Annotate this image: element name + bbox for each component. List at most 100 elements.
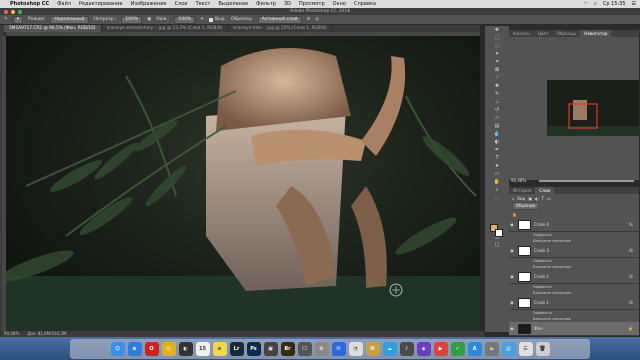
menu-layers[interactable]: Слои: [175, 1, 188, 7]
fx-icon[interactable]: fx: [629, 222, 633, 227]
fx-icon[interactable]: fx: [629, 300, 633, 305]
tab-history[interactable]: История: [509, 187, 535, 194]
background-color-swatch[interactable]: [495, 229, 503, 237]
menu-app-name[interactable]: Photoshop CC: [10, 1, 49, 7]
mode-select[interactable]: Нормальный: [50, 15, 89, 24]
trash-icon[interactable]: 🗑: [535, 342, 550, 356]
tab-document-3[interactable]: krasivye-foto-…jpg @ 25% (Слой 1, RGB/8): [228, 25, 333, 32]
app-icon[interactable]: ▶: [433, 342, 448, 356]
navigator-zoom[interactable]: 90,48%: [511, 178, 526, 183]
fx-icon[interactable]: fx: [629, 274, 633, 279]
navigator-zoom-slider[interactable]: [539, 180, 634, 182]
tab-channels[interactable]: Каналы: [509, 30, 534, 37]
app-icon[interactable]: ◈: [416, 342, 431, 356]
eyedropper-tool-icon[interactable]: ⟋: [490, 75, 504, 82]
eye-icon[interactable]: ◉: [509, 222, 515, 227]
calendar-icon[interactable]: 15: [195, 342, 210, 356]
lock-icon[interactable]: 🔒: [512, 212, 517, 217]
app-icon[interactable]: ⚙: [314, 342, 329, 356]
history-brush-tool-icon[interactable]: ↺: [490, 107, 504, 114]
shape-tool-icon[interactable]: ▭: [490, 171, 504, 178]
menu-list-icon[interactable]: ☰: [632, 1, 636, 7]
blur-tool-icon[interactable]: 💧: [490, 131, 504, 138]
eye-icon[interactable]: ◉: [509, 274, 515, 279]
clone-stamp-tool-icon[interactable]: ⊥: [490, 99, 504, 106]
app-icon[interactable]: ♪: [399, 342, 414, 356]
app-icon[interactable]: ☁: [382, 342, 397, 356]
marquee-tool-icon[interactable]: ⬚: [490, 35, 504, 42]
menu-window[interactable]: Окно: [333, 1, 346, 7]
brush-tool-icon[interactable]: ✎: [4, 17, 8, 22]
crop-tool-icon[interactable]: ⌗: [490, 59, 504, 66]
eraser-tool-icon[interactable]: ▱: [490, 115, 504, 122]
finder-icon[interactable]: ☺: [110, 342, 125, 356]
tab-color[interactable]: Цвет: [534, 30, 553, 37]
tab-swatches[interactable]: Образцы: [553, 30, 581, 37]
menu-help[interactable]: Справка: [354, 1, 376, 7]
bridge-icon[interactable]: Br: [280, 342, 295, 356]
eye-icon[interactable]: ◉: [509, 300, 515, 305]
layer-row-background[interactable]: ◉ Фон 🔒: [509, 322, 639, 336]
navigator-thumbnail[interactable]: [547, 80, 639, 136]
menu-type[interactable]: Текст: [196, 1, 211, 7]
layer-row[interactable]: ◉ Слой 2 fx: [509, 270, 639, 284]
lasso-tool-icon[interactable]: ◌: [490, 43, 504, 50]
airbrush-icon[interactable]: ✈: [200, 17, 204, 22]
brush-tool-icon[interactable]: ✎: [490, 91, 504, 98]
minimize-window-button[interactable]: [11, 9, 15, 14]
pen-tool-icon[interactable]: ✒: [490, 147, 504, 154]
app-icon[interactable]: ◔: [348, 342, 363, 356]
quick-select-tool-icon[interactable]: ✦: [490, 51, 504, 58]
menu-edit[interactable]: Редактирование: [79, 1, 123, 7]
hand-tool-icon[interactable]: ✋: [490, 179, 504, 186]
ignore-adjustments-icon[interactable]: ⊘: [307, 17, 311, 22]
safari-icon[interactable]: ⊕: [127, 342, 142, 356]
flow-field[interactable]: 100%: [174, 15, 196, 24]
blend-mode-select[interactable]: Обычные: [512, 202, 540, 210]
menu-select[interactable]: Выделение: [218, 1, 248, 7]
layer-row[interactable]: ◉ Слой 3 fx: [509, 244, 639, 258]
layer-row[interactable]: ◉ Слой 1 fx: [509, 296, 639, 310]
notes-icon[interactable]: ≡: [212, 342, 227, 356]
path-select-tool-icon[interactable]: ➤: [490, 163, 504, 170]
layer-kind-select[interactable]: Вид: [517, 196, 525, 201]
pressure-opacity-icon[interactable]: ◉: [147, 17, 151, 22]
opera-icon[interactable]: O: [144, 342, 159, 356]
tab-layers[interactable]: Слои: [535, 187, 555, 194]
more-tools-icon[interactable]: …: [490, 195, 504, 202]
filter-shape-icon[interactable]: ▭: [547, 196, 551, 201]
sample-select[interactable]: Активный слой: [257, 15, 302, 24]
type-tool-icon[interactable]: T: [490, 155, 504, 162]
lightroom-icon[interactable]: Lr: [229, 342, 244, 356]
filter-type-icon[interactable]: T: [542, 196, 544, 201]
tab-document-2[interactable]: krasivye-zhenshchiny-…jpg @ 13,3% (Слой …: [102, 25, 229, 32]
app-icon[interactable]: A: [467, 342, 482, 356]
healing-brush-tool-icon[interactable]: ✚: [490, 83, 504, 90]
app-icon[interactable]: ☰: [518, 342, 533, 356]
menu-filter[interactable]: Фильтр: [256, 1, 276, 7]
app-icon[interactable]: ◐: [178, 342, 193, 356]
move-tool-icon[interactable]: ✥: [490, 27, 504, 34]
dodge-tool-icon[interactable]: ◐: [490, 139, 504, 146]
close-window-button[interactable]: [4, 9, 8, 14]
filter-kind-icon[interactable]: ⌕: [512, 196, 514, 201]
zoom-tool-icon[interactable]: ⌕: [490, 187, 504, 194]
zoom-window-button[interactable]: [18, 9, 22, 14]
photoshop-icon[interactable]: Ps: [246, 342, 261, 356]
eye-icon[interactable]: ◉: [509, 248, 515, 253]
menu-3d[interactable]: 3D: [284, 1, 291, 7]
app-icon[interactable]: ✉: [331, 342, 346, 356]
eye-icon[interactable]: ◉: [509, 326, 515, 331]
folder-icon[interactable]: ▤: [501, 342, 516, 356]
menu-file[interactable]: Файл: [57, 1, 71, 7]
menu-image[interactable]: Изображение: [131, 1, 167, 7]
filter-pixel-icon[interactable]: ▣: [528, 196, 532, 201]
frame-tool-icon[interactable]: ⊠: [490, 67, 504, 74]
fx-icon[interactable]: fx: [629, 248, 633, 253]
document-canvas[interactable]: [6, 36, 480, 331]
filter-adjust-icon[interactable]: ◐: [535, 196, 539, 201]
tab-document-1[interactable]: 5M1A9717.CR2 @ 90,5% (Фон, RGB/16): [4, 25, 102, 32]
app-icon[interactable]: ✓: [450, 342, 465, 356]
app-icon[interactable]: ⌂: [484, 342, 499, 356]
gradient-tool-icon[interactable]: ▤: [490, 123, 504, 130]
